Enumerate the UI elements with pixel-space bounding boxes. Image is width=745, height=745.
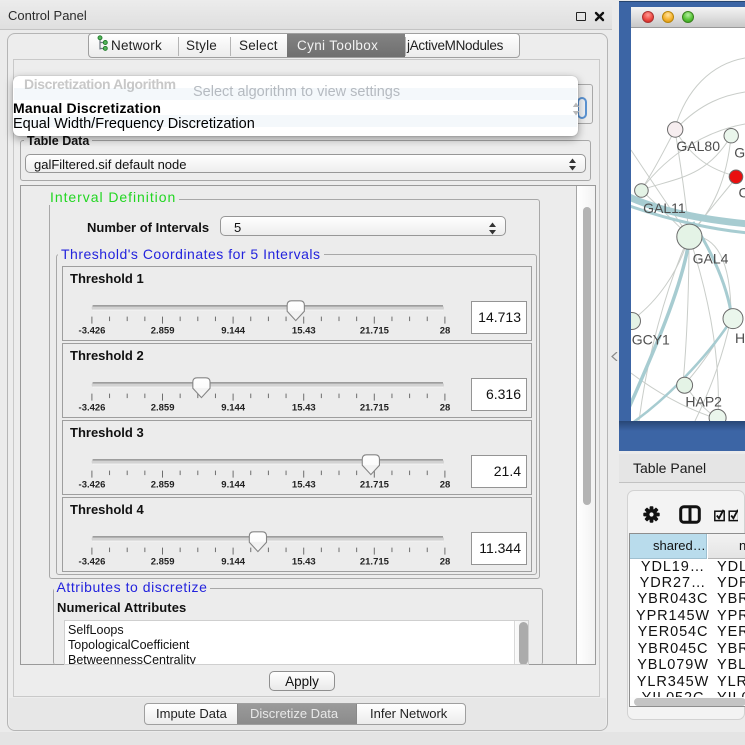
svg-text:2.859: 2.859 bbox=[151, 403, 175, 414]
svg-text:-3.426: -3.426 bbox=[79, 403, 106, 414]
svg-text:2.859: 2.859 bbox=[151, 480, 175, 491]
svg-text:28: 28 bbox=[440, 326, 451, 337]
svg-text:21.715: 21.715 bbox=[360, 326, 390, 337]
svg-text:H: H bbox=[735, 330, 745, 346]
svg-text:GAL4: GAL4 bbox=[693, 251, 729, 267]
svg-text:15.43: 15.43 bbox=[292, 403, 316, 414]
svg-text:15.43: 15.43 bbox=[292, 326, 316, 337]
svg-text:15.43: 15.43 bbox=[292, 480, 316, 491]
svg-text:2.859: 2.859 bbox=[151, 326, 175, 337]
svg-text:GAL80: GAL80 bbox=[676, 138, 720, 154]
svg-text:HAP2: HAP2 bbox=[685, 393, 722, 409]
svg-text:9.144: 9.144 bbox=[221, 557, 245, 568]
svg-text:21.715: 21.715 bbox=[360, 557, 390, 568]
svg-text:GA: GA bbox=[734, 144, 745, 160]
svg-text:C: C bbox=[739, 184, 745, 200]
svg-text:-3.426: -3.426 bbox=[79, 480, 106, 491]
svg-text:9.144: 9.144 bbox=[221, 480, 245, 491]
svg-text:GAL11: GAL11 bbox=[643, 200, 686, 216]
svg-text:28: 28 bbox=[440, 403, 451, 414]
svg-text:21.715: 21.715 bbox=[360, 403, 390, 414]
svg-text:21.715: 21.715 bbox=[360, 480, 390, 491]
svg-text:28: 28 bbox=[440, 557, 451, 568]
svg-text:-3.426: -3.426 bbox=[79, 326, 106, 337]
svg-text:28: 28 bbox=[440, 480, 451, 491]
svg-text:-3.426: -3.426 bbox=[79, 557, 106, 568]
svg-text:9.144: 9.144 bbox=[221, 326, 245, 337]
svg-text:GCY1: GCY1 bbox=[632, 332, 670, 348]
svg-text:9.144: 9.144 bbox=[221, 403, 245, 414]
svg-text:2.859: 2.859 bbox=[151, 557, 175, 568]
svg-text:15.43: 15.43 bbox=[292, 557, 316, 568]
